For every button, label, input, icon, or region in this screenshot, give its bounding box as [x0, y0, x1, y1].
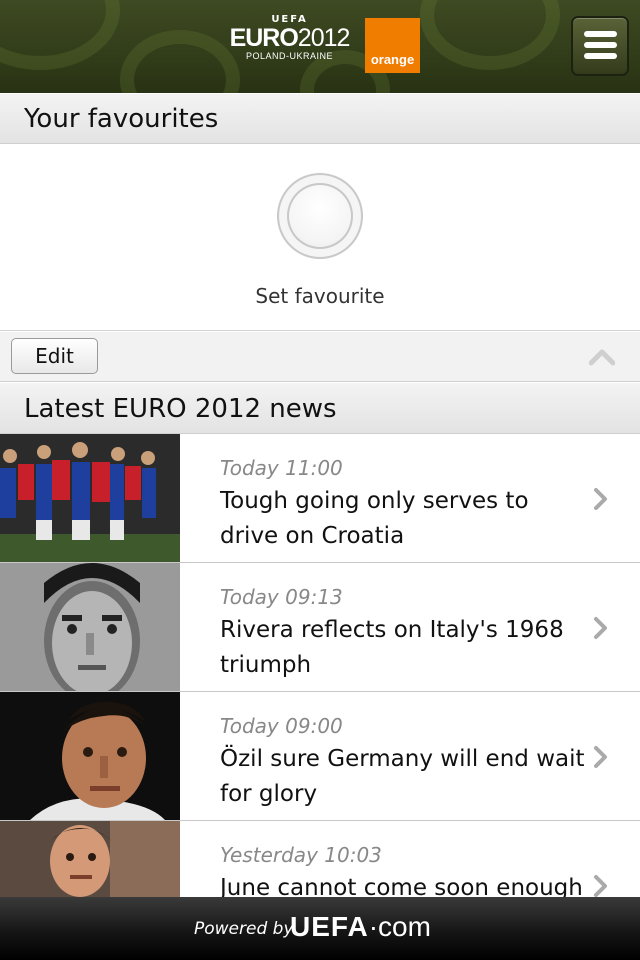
sponsor-logo: orange [365, 18, 420, 73]
news-time: Today 09:00 [220, 714, 343, 738]
logo-year: 2012 [297, 24, 351, 52]
news-time: Today 09:13 [220, 585, 343, 609]
powered-by-text: Powered by [194, 919, 294, 939]
news-title: Rivera reflects on Italy's 1968 triumph [220, 617, 564, 678]
croatia-team-photo [0, 434, 180, 562]
header-pattern [0, 0, 120, 70]
logo-host-text: POLAND-UKRAINE [245, 51, 333, 61]
ozil-portrait-photo [0, 692, 180, 820]
euro2012-logo: UEFA EURO2012 POLAND-UKRAINE [222, 14, 357, 76]
app-header: UEFA EURO2012 POLAND-UKRAINE orange [0, 0, 640, 93]
uefa-com-logo[interactable]: UEFA·com [290, 911, 431, 943]
news-title: Tough going only serves to drive on Croa… [220, 488, 529, 549]
uefa-brand-text: UEFA [290, 911, 369, 942]
rivera-portrait-photo [0, 563, 180, 691]
favourites-heading: Your favourites [0, 94, 640, 144]
news-time: Yesterday 10:03 [220, 843, 382, 867]
set-favourite-label: Set favourite [255, 284, 385, 308]
chevron-right-icon [594, 875, 607, 897]
news-title: Özil sure Germany will end wait for glor… [220, 746, 585, 807]
edit-button[interactable]: Edit [11, 338, 98, 374]
news-item[interactable]: Today 09:13 Rivera reflects on Italy's 1… [0, 563, 640, 692]
news-item[interactable]: Today 11:00 Tough going only serves to d… [0, 434, 640, 563]
news-time: Today 11:00 [220, 456, 343, 480]
chevron-up-icon[interactable] [589, 348, 615, 366]
favourites-toolbar: Edit [0, 332, 640, 382]
logo-euro-text: EURO2012 [222, 25, 357, 51]
logo-euro-word: EURO [229, 24, 299, 52]
set-favourite-button[interactable] [277, 173, 363, 259]
header-pattern [420, 0, 560, 70]
chevron-right-icon [594, 746, 607, 768]
chevron-right-icon [594, 488, 607, 510]
news-heading: Latest EURO 2012 news [0, 383, 640, 434]
favourites-panel: Set favourite [0, 144, 640, 331]
menu-button[interactable] [571, 16, 629, 76]
sponsor-name: orange [370, 52, 415, 67]
chevron-right-icon [594, 617, 607, 639]
uefa-brand-suffix: ·com [368, 911, 431, 942]
news-item[interactable]: Today 09:00 Özil sure Germany will end w… [0, 692, 640, 821]
footer-bar: Powered by UEFA·com [0, 897, 640, 960]
